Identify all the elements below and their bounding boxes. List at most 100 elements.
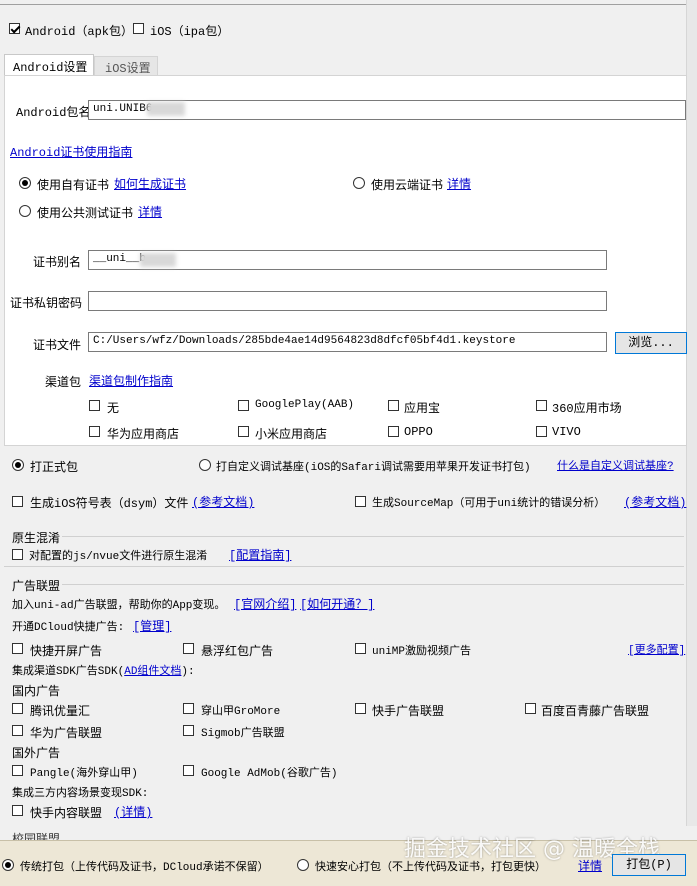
channel-label-item: 无	[107, 402, 120, 416]
domestic-ad-label: 快手广告联盟	[372, 705, 445, 719]
third-party-detail-link[interactable]: (详情)	[114, 803, 152, 820]
channel-label: 渠道包	[45, 376, 82, 390]
how-to-generate-link[interactable]: 如何生成证书	[114, 175, 186, 192]
obfuscation-label: 对配置的js/nvue文件进行原生混淆	[29, 551, 208, 563]
domestic-ad-checkbox[interactable]	[12, 725, 23, 736]
what-is-custom-link[interactable]: 什么是自定义调试基座?	[557, 457, 674, 473]
dsym-ref-link[interactable]: (参考文档)	[192, 493, 254, 510]
cert-password-input[interactable]	[88, 291, 607, 311]
tab-label: iOS设置	[105, 62, 151, 76]
scrollbar[interactable]	[686, 0, 697, 826]
sdk-ads-suffix: ):	[181, 666, 195, 678]
channel-checkbox[interactable]	[388, 426, 399, 437]
third-party-checkbox[interactable]	[12, 805, 23, 816]
fast-pack-radio[interactable]	[297, 859, 309, 871]
domestic-ad-checkbox[interactable]	[12, 703, 23, 714]
third-party-item-label: 快手内容联盟	[30, 807, 103, 821]
channel-checkbox[interactable]	[89, 426, 100, 437]
channel-guide-link[interactable]: 渠道包制作指南	[89, 372, 173, 389]
domestic-ad-label: 腾讯优量汇	[30, 705, 91, 719]
more-config-link[interactable]: [更多配置]	[628, 641, 685, 657]
cert-password-label: 证书私钥密码	[10, 297, 83, 311]
tab-label: Android设置	[13, 61, 88, 75]
quick-ad-checkbox[interactable]	[355, 643, 366, 654]
quick-ad-label: 快捷开屏广告	[30, 645, 103, 659]
top-border	[0, 4, 697, 5]
release-build-radio[interactable]	[12, 459, 24, 471]
fast-pack-detail-link[interactable]: 详情	[578, 857, 602, 874]
tab-android-settings[interactable]: Android设置	[4, 54, 94, 76]
public-cert-detail-link[interactable]: 详情	[138, 203, 162, 220]
cert-file-label: 证书文件	[33, 339, 82, 353]
foreign-ad-checkbox[interactable]	[12, 765, 23, 776]
quick-ads-manage-link[interactable]: [管理]	[133, 617, 171, 634]
quick-ad-checkbox[interactable]	[183, 643, 194, 654]
foreign-ad-label: Google AdMob(谷歌广告)	[201, 768, 338, 780]
channel-checkbox[interactable]	[536, 400, 547, 411]
domestic-ad-checkbox[interactable]	[183, 725, 194, 736]
tab-ios-settings[interactable]: iOS设置	[94, 56, 158, 76]
sourcemap-ref-link[interactable]: (参考文档)	[624, 493, 686, 510]
foreign-ad-checkbox[interactable]	[183, 765, 194, 776]
quick-ad-label: 悬浮红包广告	[201, 645, 274, 659]
sourcemap-label: 生成SourceMap（可用于uni统计的错误分析）	[372, 498, 606, 510]
domestic-ads-label: 国内广告	[12, 685, 61, 699]
ads-how-to-open-link[interactable]: [如何开通？]	[300, 595, 374, 612]
channel-checkbox[interactable]	[89, 400, 100, 411]
fast-pack-label: 快速安心打包（不上传代码及证书，打包更快）	[315, 862, 546, 874]
divider	[62, 584, 684, 585]
channel-checkbox[interactable]	[388, 400, 399, 411]
cert-guide-link[interactable]: Android证书使用指南	[10, 143, 132, 160]
cert-alias-value: __uni__b	[93, 253, 146, 265]
clipped-label: 校园联盟	[12, 833, 61, 840]
channel-checkbox[interactable]	[238, 400, 249, 411]
obfuscation-guide-link[interactable]: [配置指南]	[229, 546, 291, 563]
package-name-label: Android包名	[16, 106, 91, 120]
domestic-ad-checkbox[interactable]	[355, 703, 366, 714]
own-cert-radio[interactable]	[19, 177, 31, 189]
browse-button[interactable]: 浏览...	[615, 332, 687, 354]
cert-alias-label: 证书别名	[33, 256, 82, 270]
public-cert-label: 使用公共测试证书	[37, 207, 134, 221]
quick-ad-checkbox[interactable]	[12, 643, 23, 654]
traditional-pack-radio[interactable]	[2, 859, 14, 871]
sdk-ads-prefix: 集成渠道SDK广告SDK(	[12, 666, 125, 678]
channel-checkbox[interactable]	[238, 426, 249, 437]
public-cert-radio[interactable]	[19, 205, 31, 217]
redaction-blur	[147, 102, 185, 116]
ad-component-doc-link[interactable]: AD组件文档	[124, 666, 181, 678]
channel-label-item: 应用宝	[404, 402, 441, 416]
channel-label-item: 小米应用商店	[255, 428, 328, 442]
custom-debug-radio[interactable]	[199, 459, 211, 471]
ios-checkbox-label: iOS（ipa包）	[150, 25, 230, 39]
foreign-ad-label: Pangle(海外穿山甲)	[30, 768, 138, 780]
domestic-ad-label: 华为广告联盟	[30, 727, 103, 741]
channel-label-item: VIVO	[552, 425, 581, 439]
android-checkbox[interactable]	[9, 23, 20, 34]
cert-file-input[interactable]: C:/Users/wfz/Downloads/285bde4ae14d95648…	[88, 332, 607, 352]
cloud-cert-radio[interactable]	[353, 177, 365, 189]
divider	[62, 536, 684, 537]
domestic-ad-checkbox[interactable]	[183, 703, 194, 714]
pack-button[interactable]: 打包(P)	[612, 854, 686, 876]
channel-label-item: OPPO	[404, 425, 433, 439]
domestic-ad-checkbox[interactable]	[525, 703, 536, 714]
domestic-ad-label: Sigmob广告联盟	[201, 728, 285, 740]
cloud-cert-detail-link[interactable]: 详情	[447, 175, 471, 192]
channel-checkbox[interactable]	[536, 426, 547, 437]
release-build-label: 打正式包	[30, 461, 79, 475]
ios-checkbox[interactable]	[133, 23, 144, 34]
domestic-ad-label: 百度百青藤广告联盟	[541, 705, 650, 719]
channel-label-item: GooglePlay(AAB)	[255, 399, 355, 411]
sourcemap-checkbox[interactable]	[355, 496, 366, 507]
ads-title: 广告联盟	[12, 580, 61, 594]
dsym-checkbox[interactable]	[12, 496, 23, 507]
ads-official-link[interactable]: [官网介绍]	[234, 595, 296, 612]
package-name-value: uni.UNIB6	[93, 103, 153, 115]
cloud-cert-label: 使用云端证书	[371, 179, 444, 193]
channel-label-item: 华为应用商店	[107, 428, 180, 442]
divider	[4, 566, 684, 567]
dsym-label: 生成iOS符号表（dsym）文件	[30, 497, 189, 511]
obfuscation-title: 原生混淆	[12, 532, 61, 546]
obfuscation-checkbox[interactable]	[12, 549, 23, 560]
